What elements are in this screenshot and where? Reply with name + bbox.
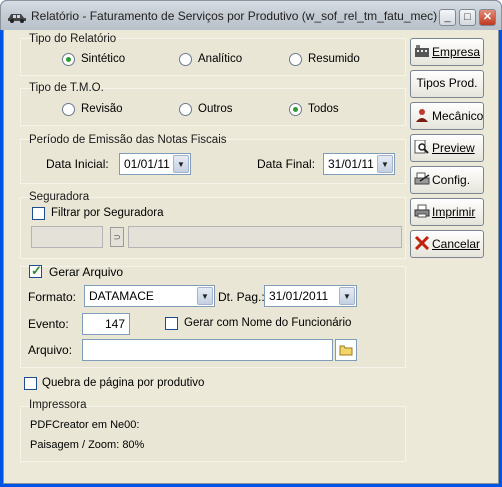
seguradora-label: Seguradora: [29, 191, 90, 203]
tipos-prod-label: Tipos Prod.: [416, 76, 478, 90]
close-button[interactable]: ✕: [479, 9, 496, 26]
radio-todos-label: Todos: [308, 103, 339, 115]
impressora-line2: Paisagem / Zoom: 80%: [30, 439, 145, 451]
filtrar-seguradora-checkbox[interactable]: [32, 207, 45, 220]
evento-input[interactable]: 147: [82, 313, 130, 335]
imprimir-label: Imprimir: [432, 205, 476, 219]
cancelar-label: Cancelar: [432, 237, 481, 251]
radio-sintetico[interactable]: [62, 53, 75, 66]
chevron-down-icon[interactable]: ▼: [377, 155, 393, 173]
tipos-prod-button[interactable]: Tipos Prod.: [410, 70, 484, 98]
car-icon: [8, 14, 26, 23]
report-window: Relatório - Faturamento de Serviços por …: [0, 0, 502, 487]
quebra-pagina-checkbox[interactable]: [24, 377, 37, 390]
title-bar: Relatório - Faturamento de Serviços por …: [0, 0, 502, 30]
printer-config-icon: [414, 172, 430, 185]
periodo-label: Período de Emissão das Notas Fiscais: [29, 134, 227, 146]
magnifier-icon: [414, 140, 429, 154]
preview-button[interactable]: Preview: [410, 134, 484, 162]
arquivo-browse-button[interactable]: [335, 339, 357, 361]
radio-resumido-label: Resumido: [308, 53, 360, 65]
quebra-pagina-label: Quebra de página por produtivo: [42, 377, 205, 389]
preview-label: Preview: [432, 141, 475, 155]
seguradora-lookup-button[interactable]: ⊃: [110, 227, 124, 247]
window-client: Tipo do Relatório Sintético Analítico Re…: [3, 30, 499, 484]
data-final-dropdown[interactable]: 31/01/11 ▼: [323, 153, 395, 175]
empresa-button[interactable]: Empresa: [410, 38, 484, 66]
formato-value: DATAMACE: [89, 289, 154, 303]
cancelar-button[interactable]: Cancelar: [410, 230, 484, 258]
data-final-value: 31/01/11: [328, 157, 374, 171]
dt-pag-dropdown[interactable]: 31/01/2011 ▼: [264, 285, 357, 307]
config-label: Config.: [432, 173, 471, 187]
radio-analitico[interactable]: [179, 53, 192, 66]
radio-revisao[interactable]: [62, 103, 75, 116]
config-button[interactable]: Config.: [410, 166, 484, 194]
red-x-icon: [414, 236, 430, 250]
radio-analitico-label: Analítico: [198, 53, 243, 65]
data-inicial-value: 01/01/11: [124, 157, 170, 171]
empresa-label: Empresa: [432, 45, 481, 59]
folder-icon: [339, 345, 353, 356]
arquivo-input[interactable]: [82, 339, 333, 361]
radio-resumido[interactable]: [289, 53, 302, 66]
dt-pag-label: Dt. Pag.:: [218, 290, 265, 304]
tipo-relatorio-label: Tipo do Relatório: [29, 33, 117, 45]
data-final-label: Data Final:: [257, 157, 316, 171]
chevron-down-icon[interactable]: ▼: [197, 287, 213, 305]
evento-value: 147: [104, 317, 125, 331]
radio-outros[interactable]: [179, 103, 192, 116]
data-inicial-dropdown[interactable]: 01/01/11 ▼: [119, 153, 191, 175]
data-inicial-label: Data Inicial:: [46, 157, 109, 171]
formato-dropdown[interactable]: DATAMACE ▼: [84, 285, 215, 307]
mecanico-label: Mecânico: [432, 109, 484, 123]
gerar-nome-funcionario-label: Gerar com Nome do Funcionário: [184, 317, 352, 329]
filtrar-seguradora-label: Filtrar por Seguradora: [51, 207, 164, 219]
options-panel: Tipo do Relatório Sintético Analítico Re…: [8, 30, 408, 476]
gerar-nome-funcionario-checkbox[interactable]: [165, 317, 178, 330]
imprimir-button[interactable]: Imprimir: [410, 198, 484, 226]
radio-revisao-label: Revisão: [81, 103, 123, 115]
chevron-down-icon[interactable]: ▼: [339, 287, 355, 305]
impressora-line1: PDFCreator em Ne00:: [30, 419, 140, 431]
radio-outros-label: Outros: [198, 103, 233, 115]
seguradora-name-field[interactable]: [128, 226, 402, 248]
formato-label: Formato:: [28, 290, 77, 304]
person-icon: [416, 109, 428, 122]
mecanico-button[interactable]: Mecânico: [410, 102, 484, 130]
radio-sintetico-label: Sintético: [81, 53, 126, 65]
impressora-label: Impressora: [29, 399, 87, 411]
arquivo-label: Arquivo:: [28, 343, 73, 357]
dt-pag-value: 31/01/2011: [269, 289, 329, 303]
building-icon: [415, 45, 429, 57]
minimize-button[interactable]: _: [439, 9, 456, 26]
chevron-down-icon[interactable]: ▼: [173, 155, 189, 173]
impressora-group: [20, 406, 406, 462]
printer-icon: [414, 204, 430, 218]
radio-todos[interactable]: [289, 103, 302, 116]
seguradora-code-field[interactable]: [31, 226, 103, 248]
evento-label: Evento:: [28, 317, 69, 331]
window-title: Relatório - Faturamento de Serviços por …: [31, 9, 438, 23]
gerar-arquivo-checkbox[interactable]: [29, 263, 42, 279]
gerar-arquivo-label: Gerar Arquivo: [49, 265, 124, 279]
maximize-button[interactable]: □: [459, 9, 476, 26]
tipo-tmo-label: Tipo de T.M.O.: [29, 82, 104, 94]
